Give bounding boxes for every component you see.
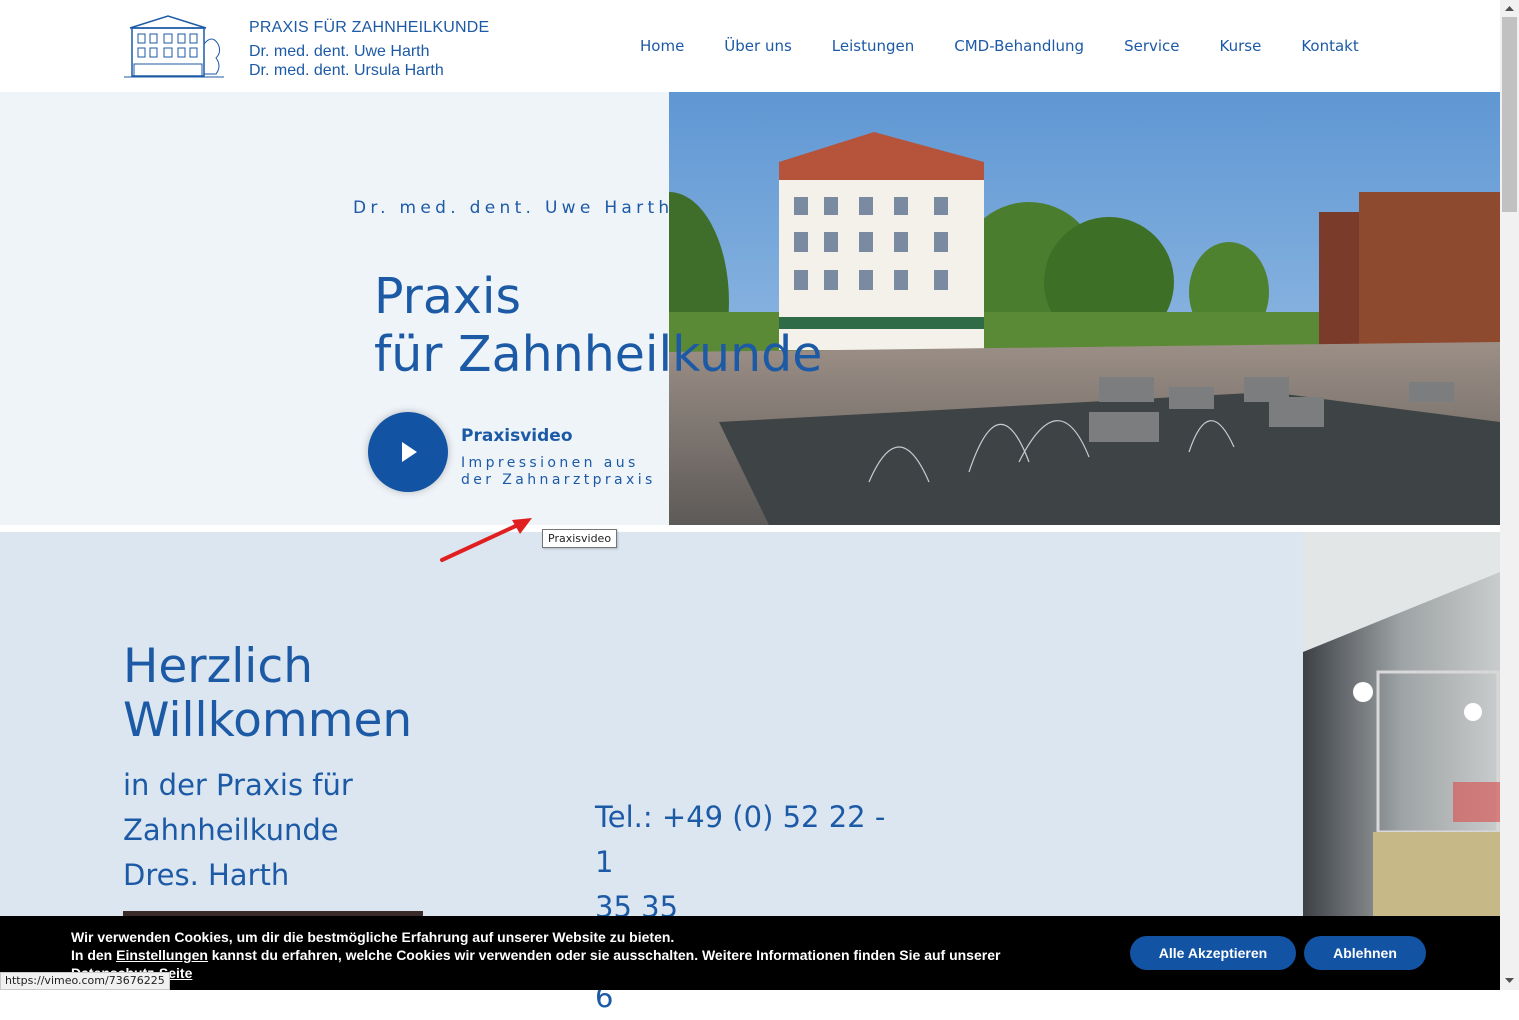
play-video-button[interactable] [368,412,448,492]
brand-doctor-1[interactable]: Dr. med. dent. Uwe Harth [249,43,430,61]
welcome-heading: Herzlich Willkommen [123,640,412,748]
video-title[interactable]: Praxisvideo [461,426,573,446]
nav-kontakt[interactable]: Kontakt [1281,37,1378,55]
cookie-text-line2: In den Einstellungen kannst du erfahren,… [71,946,1081,982]
site-header: PRAXIS FÜR ZAHNHEILKUNDE Dr. med. dent. … [0,0,1500,92]
hero-subtitle: Dr. med. dent. Uwe Harth [353,198,674,218]
video-tooltip: Praxisvideo [542,529,618,548]
accept-all-cookies-button[interactable]: Alle Akzeptieren [1130,936,1296,970]
main-nav: Home Über uns Leistungen CMD-Behandlung … [620,37,1379,55]
praxis-building-logo[interactable] [124,14,224,80]
hero-title-line2: für Zahnheilkunde [374,326,822,384]
cookie-text-line1: Wir verwenden Cookies, um dir die bestmö… [71,929,675,945]
nav-leistungen[interactable]: Leistungen [812,37,934,55]
welcome-subheading: in der Praxis für Zahnheilkunde Dres. Ha… [123,763,423,898]
hero-title-line1: Praxis [374,268,521,325]
brand-title[interactable]: PRAXIS FÜR ZAHNHEILKUNDE [249,19,489,37]
video-desc-line1: Impressionen aus [461,455,639,471]
welcome-sub-line2: Zahnheilkunde [123,813,339,847]
cookie-settings-link[interactable]: Einstellungen [116,947,208,963]
video-desc-line2: der Zahnarztpraxis [461,472,656,488]
annotation-arrow-icon [440,518,532,562]
video-description: Impressionen aus der Zahnarztpraxis [461,455,681,489]
phone-line1[interactable]: Tel.: +49 (0) 52 22 - 1 [595,795,895,885]
scroll-up-arrow-icon[interactable] [1500,0,1519,17]
welcome-sub-line3: Dres. Harth [123,858,290,892]
waiting-room-photo [1303,532,1500,917]
scrollbar-thumb[interactable] [1502,17,1517,212]
hero-title: Praxis für Zahnheilkunde [374,268,822,384]
play-icon [402,442,417,462]
welcome-sub-line1: in der Praxis für [123,768,353,802]
cookie-text-pre: In den [71,947,117,963]
status-bar-url: https://vimeo.com/73676225 [0,972,170,990]
nav-service[interactable]: Service [1104,37,1199,55]
hero-title-line2-text: für Zahnheilkunde [374,326,823,383]
scroll-down-arrow-icon[interactable] [1500,972,1519,990]
nav-cmd-behandlung[interactable]: CMD-Behandlung [934,37,1104,55]
brand-doctor-2[interactable]: Dr. med. dent. Ursula Harth [249,62,444,80]
cookie-text: Wir verwenden Cookies, um dir die bestmö… [71,928,1081,982]
cookie-text-mid: kannst du erfahren, welche Cookies wir v… [207,947,1001,963]
welcome-heading-line2: Willkommen [123,693,413,748]
nav-ueber-uns[interactable]: Über uns [704,37,812,55]
section-divider [0,525,1500,532]
welcome-heading-line1: Herzlich [123,639,313,694]
nav-kurse[interactable]: Kurse [1200,37,1282,55]
decline-cookies-button[interactable]: Ablehnen [1304,936,1426,970]
nav-home[interactable]: Home [620,37,704,55]
